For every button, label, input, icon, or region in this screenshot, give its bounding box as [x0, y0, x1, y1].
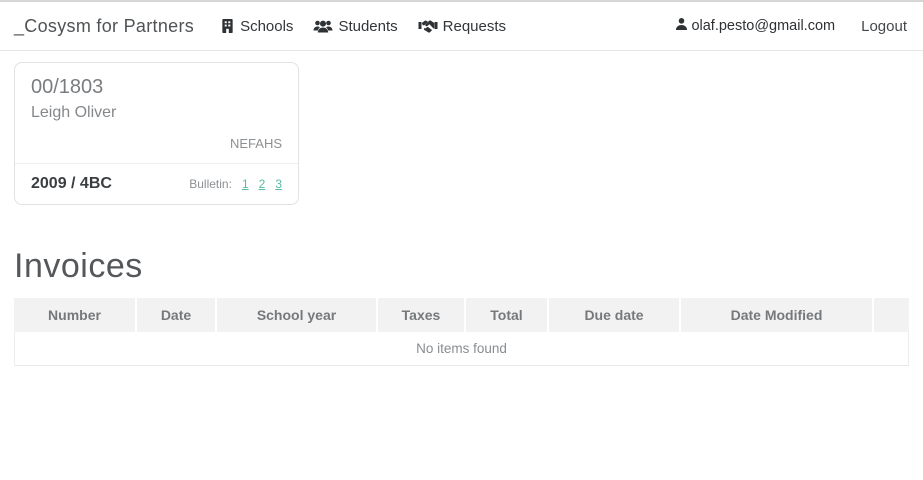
user-email: olaf.pesto@gmail.com [691, 18, 836, 34]
student-card: 00/1803 Leigh Oliver NEFAHS 2009 / 4BC B… [14, 62, 299, 205]
bulletin-link-2[interactable]: 2 [259, 177, 266, 191]
nav-item-label: Students [338, 17, 398, 35]
bulletin-label: Bulletin: [189, 177, 232, 191]
nav-item-requests[interactable]: Requests [418, 18, 506, 35]
column-header-school-year: School year [217, 298, 378, 332]
student-card-footer: 2009 / 4BC Bulletin: 1 2 3 [15, 163, 298, 204]
page-title: Invoices [14, 247, 143, 285]
student-card-body: 00/1803 Leigh Oliver NEFAHS [15, 63, 298, 163]
nav-item-label: Requests [442, 17, 507, 35]
student-number: 00/1803 [31, 76, 104, 98]
school-icon [220, 18, 235, 34]
school-code: NEFAHS [229, 136, 282, 151]
nav-item-students[interactable]: Students [313, 17, 398, 35]
student-name: Leigh Oliver [31, 104, 117, 121]
user-icon [675, 17, 688, 35]
nav-item-schools[interactable]: Schools [220, 18, 293, 35]
top-navbar: _Cosysm for Partners Schools Students Re… [0, 0, 923, 51]
students-icon [313, 19, 333, 34]
column-header-date-modified: Date Modified [681, 298, 874, 332]
logout-button[interactable]: Logout [861, 18, 907, 35]
invoices-table: Number Date School year Taxes Total Due … [14, 298, 909, 366]
handshake-icon [418, 19, 438, 33]
user-menu[interactable]: olaf.pesto@gmail.com [675, 17, 835, 35]
year-class: 2009 / 4BC [31, 175, 112, 192]
column-header-taxes: Taxes [378, 298, 466, 332]
navbar-right: olaf.pesto@gmail.com Logout [675, 17, 907, 35]
empty-state-message: No items found [14, 332, 909, 366]
bulletin-links: Bulletin: 1 2 3 [189, 177, 282, 191]
bulletin-link-3[interactable]: 3 [275, 177, 282, 191]
empty-state-row: No items found [14, 332, 909, 366]
column-header-actions [874, 298, 909, 332]
bulletin-link-1[interactable]: 1 [242, 177, 249, 191]
column-header-due-date: Due date [549, 298, 681, 332]
column-header-total: Total [466, 298, 549, 332]
brand-title[interactable]: _Cosysm for Partners [14, 16, 194, 37]
column-header-number: Number [14, 298, 137, 332]
nav-item-label: Schools [240, 17, 294, 35]
column-header-date: Date [137, 298, 217, 332]
table-header-row: Number Date School year Taxes Total Due … [14, 298, 909, 332]
